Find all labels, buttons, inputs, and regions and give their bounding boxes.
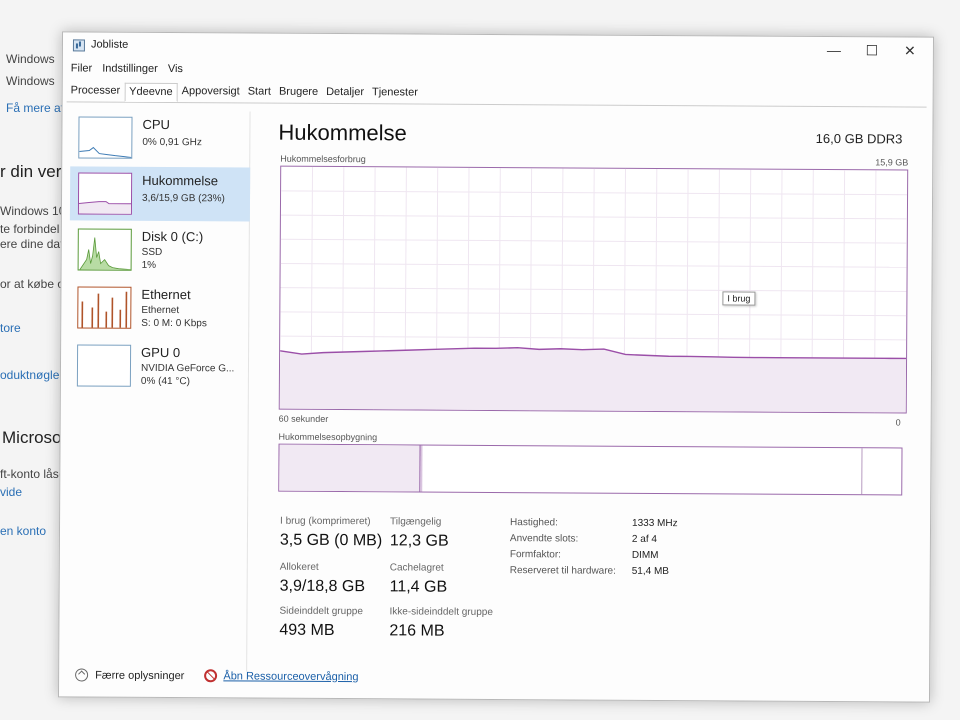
- task-manager-icon: [72, 39, 85, 52]
- disk-thumbnail-graph: [77, 228, 132, 271]
- memory-usage-graph[interactable]: I brug: [278, 165, 909, 414]
- nonpaged-pool-value: 216 MB: [389, 622, 445, 640]
- cpu-thumbnail-graph: [78, 116, 133, 159]
- chevron-up-icon[interactable]: [75, 668, 89, 682]
- bg-line: Windows 10: [0, 204, 66, 218]
- maximize-button[interactable]: ☐: [853, 40, 891, 60]
- memory-thumbnail-graph: [77, 172, 133, 215]
- composition-label: Hukommelsesopbygning: [278, 431, 378, 443]
- menu-file[interactable]: Filer: [71, 62, 92, 74]
- ethernet-thumbnail-graph: [77, 286, 132, 329]
- committed-value: 3,9/18,8 GB: [279, 577, 366, 596]
- paged-pool-value: 493 MB: [279, 621, 335, 640]
- sidebar-item-label: Ethernet: [141, 286, 191, 303]
- committed-label: Allokeret: [279, 561, 319, 573]
- sidebar-item-detail: 0% (41 °C): [140, 375, 190, 388]
- open-resource-monitor-link[interactable]: Åbn Ressourceovervågning: [223, 670, 358, 683]
- composition-modified: [420, 445, 423, 492]
- menu-bar: Filer Indstillinger Vis: [71, 62, 183, 75]
- memory-capacity: 16,0 GB DDR3: [815, 130, 903, 147]
- resource-sidebar: CPU 0% 0,91 GHz Hukommelse 3,6/15,9 GB (…: [67, 110, 251, 672]
- bg-line: te forbindel: [0, 222, 60, 236]
- bg-heading: Microsof: [2, 428, 67, 447]
- time-axis-end: 0: [895, 417, 901, 428]
- sidebar-item-cpu[interactable]: CPU 0% 0,91 GHz: [70, 110, 250, 165]
- bg-link[interactable]: vide: [0, 485, 22, 499]
- graph-tooltip: I brug: [722, 291, 756, 306]
- usage-graph-label: Hukommelsesforbrug: [280, 153, 366, 165]
- available-label: Tilgængelig: [390, 516, 442, 528]
- tab-details[interactable]: Detaljer: [322, 84, 368, 103]
- footer: Færre oplysninger Åbn Ressourceovervågni…: [75, 668, 359, 683]
- bg-link[interactable]: tore: [0, 321, 21, 335]
- title-bar[interactable]: Jobliste — ☐ ✕: [63, 32, 933, 63]
- menu-settings[interactable]: Indstillinger: [102, 63, 158, 75]
- sidebar-item-detail: NVIDIA GeForce G...: [140, 362, 235, 375]
- bg-line: Windows: [6, 74, 55, 88]
- sidebar-item-detail: S: 0 M: 0 Kbps: [141, 317, 207, 330]
- task-manager-window: Jobliste — ☐ ✕ Filer Indstillinger Vis P…: [57, 31, 935, 703]
- sidebar-item-label: Hukommelse: [142, 172, 219, 189]
- gpu-thumbnail-graph: [76, 344, 132, 387]
- hardware-reserved-label: Reserveret til hardware:: [509, 565, 616, 577]
- sidebar-item-label: CPU: [142, 116, 170, 133]
- composition-in-use: [279, 444, 421, 492]
- form-factor-value: DIMM: [631, 549, 659, 561]
- sidebar-item-detail: 3,6/15,9 GB (23%): [141, 192, 225, 205]
- tab-startup[interactable]: Start: [244, 83, 275, 102]
- tab-app-history[interactable]: Appoversigt: [178, 83, 244, 102]
- form-factor-label: Formfaktor:: [509, 549, 562, 561]
- bg-link[interactable]: en konto: [0, 524, 46, 538]
- tab-processes[interactable]: Processer: [67, 82, 125, 101]
- sidebar-item-detail: Ethernet: [141, 304, 180, 317]
- menu-view[interactable]: Vis: [168, 63, 183, 75]
- sidebar-item-gpu[interactable]: GPU 0 NVIDIA GeForce G... 0% (41 °C): [69, 338, 249, 393]
- slots-label: Anvendte slots:: [509, 533, 579, 545]
- sidebar-item-ethernet[interactable]: Ethernet Ethernet S: 0 M: 0 Kbps: [69, 280, 249, 335]
- sidebar-item-detail: 1%: [141, 259, 157, 271]
- in-use-label: I brug (komprimeret): [280, 515, 371, 528]
- tab-bar: Processer Ydeevne Appoversigt Start Brug…: [66, 82, 927, 108]
- cached-label: Cachelagret: [389, 562, 444, 574]
- sidebar-item-memory[interactable]: Hukommelse 3,6/15,9 GB (23%): [69, 166, 251, 222]
- sidebar-item-label: Disk 0 (C:): [141, 228, 204, 245]
- bg-line: ere dine dat: [0, 237, 64, 251]
- memory-usage-svg: [279, 166, 908, 413]
- slots-value: 2 af 4: [631, 533, 658, 545]
- bg-heading: r din vers: [0, 162, 70, 181]
- memory-detail-panel: Hukommelse 16,0 GB DDR3 Hukommelsesforbr…: [271, 118, 914, 682]
- speed-value: 1333 MHz: [632, 517, 678, 530]
- page-title: Hukommelse: [278, 119, 407, 146]
- sidebar-item-label: GPU 0: [141, 344, 181, 361]
- window-title: Jobliste: [90, 38, 129, 51]
- sidebar-item-detail: SSD: [141, 246, 163, 258]
- resource-monitor-icon: [204, 669, 218, 683]
- paged-pool-label: Sideinddelt gruppe: [279, 605, 363, 618]
- bg-line: ft-konto låse: [0, 467, 66, 481]
- sidebar-item-detail: 0% 0,91 GHz: [142, 136, 202, 149]
- minimize-button[interactable]: —: [815, 40, 853, 60]
- tab-services[interactable]: Tjenester: [368, 84, 422, 103]
- composition-standby: [861, 448, 863, 495]
- bg-link[interactable]: Få mere at: [6, 101, 64, 115]
- cached-value: 11,4 GB: [389, 578, 448, 596]
- available-value: 12,3 GB: [389, 532, 449, 550]
- time-axis-label: 60 sekunder: [278, 413, 329, 424]
- usage-graph-max: 15,9 GB: [875, 157, 909, 168]
- bg-line: Windows: [6, 52, 55, 66]
- fewer-details-button[interactable]: Færre oplysninger: [95, 669, 184, 682]
- nonpaged-pool-label: Ikke-sideinddelt gruppe: [389, 606, 493, 618]
- bg-line: or at købe o: [0, 277, 65, 291]
- in-use-value: 3,5 GB (0 MB): [279, 531, 383, 550]
- bg-link[interactable]: oduktnøgle: [0, 368, 59, 382]
- speed-label: Hastighed:: [510, 517, 558, 529]
- tab-users[interactable]: Brugere: [275, 84, 322, 103]
- close-button[interactable]: ✕: [891, 40, 929, 60]
- sidebar-item-disk[interactable]: Disk 0 (C:) SSD 1%: [70, 222, 250, 277]
- memory-composition-bar[interactable]: [278, 443, 903, 496]
- tab-performance[interactable]: Ydeevne: [124, 82, 178, 103]
- hardware-reserved-value: 51,4 MB: [631, 565, 670, 578]
